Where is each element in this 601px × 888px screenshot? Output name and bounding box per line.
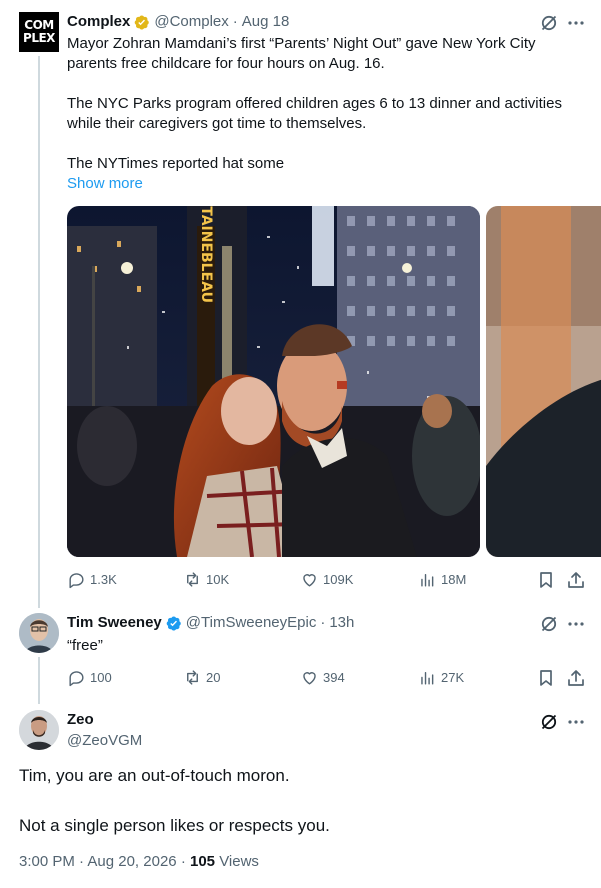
more-icon[interactable] (566, 614, 586, 634)
reply-count: 1.3K (90, 572, 117, 587)
like-icon (303, 574, 316, 587)
author-handle[interactable]: @Complex (154, 12, 228, 32)
separator: · (320, 614, 326, 631)
zeo-avatar[interactable] (19, 710, 59, 750)
share-icon[interactable] (566, 570, 586, 590)
tweet-date[interactable]: Aug 18 (242, 12, 290, 32)
grok-icon[interactable] (539, 614, 559, 634)
reply-button[interactable]: 1.3K (67, 570, 117, 589)
separator: · (180, 853, 186, 870)
tweet-photo-second[interactable] (486, 206, 601, 557)
views-icon (421, 574, 434, 587)
show-more-link[interactable]: Show more (67, 174, 143, 194)
bookmark-icon[interactable] (536, 570, 556, 590)
tweet-text-paragraph-2: The NYC Parks program offered children a… (67, 95, 567, 132)
separator: · (232, 13, 238, 30)
views-icon (421, 672, 434, 685)
author-name[interactable]: Tim Sweeney (67, 613, 162, 633)
reply-icon (69, 671, 84, 687)
verified-badge-icon (166, 616, 181, 631)
tweet3-name: Zeo (67, 710, 94, 730)
like-count: 109K (323, 572, 354, 587)
author-name[interactable]: Complex (67, 12, 130, 32)
more-icon[interactable] (566, 712, 586, 732)
more-icon[interactable] (566, 13, 586, 33)
tweet-meta: 3:00 PM · Aug 20, 2026 · 105 Views (19, 852, 259, 872)
like-button[interactable]: 394 (300, 668, 345, 687)
tweet-text-line-1: Tim, you are an out-of-touch moron. (19, 766, 290, 785)
tim-sweeney-avatar[interactable] (19, 613, 59, 653)
repost-icon (187, 670, 198, 685)
tweet3-handle: @ZeoVGM (67, 731, 142, 751)
separator: · (79, 853, 85, 870)
tweet2-header: Tim Sweeney @TimSweeneyEpic · 13h (67, 613, 354, 633)
thread-line-2 (38, 657, 40, 704)
views-button[interactable]: 27K (418, 668, 464, 687)
verified-badge-icon (135, 15, 150, 30)
reply-count: 100 (90, 670, 112, 685)
photo-blurred-second (486, 206, 601, 557)
repost-button[interactable]: 10K (183, 570, 229, 589)
avatar-photo (19, 710, 59, 750)
avatar-logo-text: COM PLEX (23, 18, 55, 45)
tweet-photo[interactable]: FONTAINEBLEAU (67, 206, 480, 557)
views-count: 18M (441, 572, 467, 587)
author-handle[interactable]: @TimSweeneyEpic (186, 613, 317, 633)
tweet-time[interactable]: 3:00 PM (19, 853, 75, 870)
bookmark-icon[interactable] (536, 668, 556, 688)
views-label: Views (219, 853, 259, 870)
hotel-sign-text: FONTAINEBLEAU (198, 206, 214, 303)
grok-icon[interactable] (539, 712, 559, 732)
author-name[interactable]: Zeo (67, 710, 94, 730)
complex-avatar[interactable]: COM PLEX (19, 12, 59, 52)
repost-count: 20 (206, 670, 221, 685)
repost-icon (187, 572, 198, 587)
author-handle[interactable]: @ZeoVGM (67, 731, 142, 751)
tweet-text-line-2: Not a single person likes or respects yo… (19, 816, 330, 835)
reply-icon (69, 573, 84, 589)
like-icon (303, 672, 316, 685)
like-count: 394 (323, 670, 345, 685)
share-icon[interactable] (566, 668, 586, 688)
tweet-date[interactable]: 13h (329, 613, 354, 633)
thread-line-1 (38, 56, 40, 608)
tweet-text: “free” (67, 637, 103, 654)
grok-icon[interactable] (539, 13, 559, 33)
repost-count: 10K (206, 572, 230, 587)
tweet-date[interactable]: Aug 20, 2026 (87, 853, 176, 870)
reply-button[interactable]: 100 (67, 668, 112, 687)
like-button[interactable]: 109K (300, 570, 353, 589)
tweet-text-paragraph-1: Mayor Zohran Mamdani’s first “Parents’ N… (67, 35, 540, 72)
views-number: 105 (189, 853, 216, 870)
tweet1-header: Complex @Complex · Aug 18 (67, 12, 289, 32)
tweet-text-paragraph-3: The NYTimes reported hat some (67, 155, 285, 172)
photo-times-square-kiss: FONTAINEBLEAU (67, 206, 480, 557)
avatar-photo (19, 613, 59, 653)
repost-button[interactable]: 20 (183, 668, 220, 687)
views-button[interactable]: 18M (418, 570, 466, 589)
views-count: 27K (441, 670, 465, 685)
